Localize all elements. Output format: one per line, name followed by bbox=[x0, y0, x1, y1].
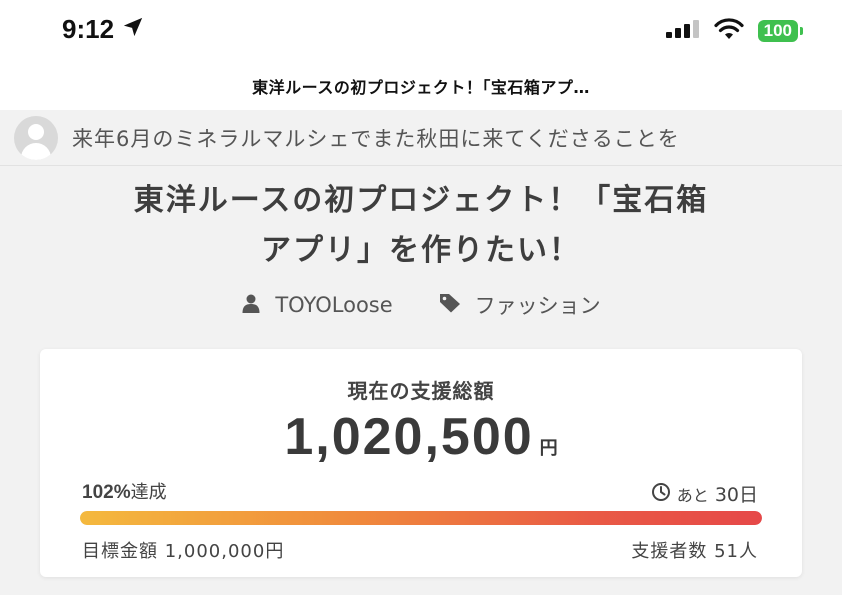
avatar bbox=[14, 115, 58, 160]
project-meta: TOYOLoose ファッション bbox=[0, 287, 842, 323]
clock-icon bbox=[651, 482, 671, 506]
status-indicators: 100 bbox=[665, 18, 804, 44]
supporter-count: 支援者数 51人 bbox=[631, 541, 758, 562]
nav-header: 東洋ルースの初プロジェクト！｢宝石箱アプ… bbox=[0, 62, 842, 110]
wifi-icon bbox=[714, 18, 744, 44]
funding-card: 現在の支援総額 1,020,500 円 102%達成 あと 30日 目標金額 1,… bbox=[40, 349, 802, 577]
achievement-rate: 102%達成 bbox=[82, 478, 167, 504]
project-title-line-1: 東洋ルースの初プロジェクト！「宝石箱 bbox=[133, 183, 709, 218]
remaining-days: 30日 bbox=[714, 484, 758, 506]
achievement-suffix: 達成 bbox=[130, 482, 167, 503]
status-bar: 9:12 100 bbox=[0, 0, 842, 62]
category-link[interactable]: ファッション bbox=[439, 290, 601, 320]
remaining-prefix: あと bbox=[676, 485, 709, 505]
total-label: 現在の支援総額 bbox=[347, 379, 495, 403]
funding-progress-bar bbox=[80, 511, 762, 525]
location-arrow-icon bbox=[122, 14, 144, 45]
comment-ticker[interactable]: 来年6月のミネラルマルシェでまた秋田に来てくださることを bbox=[0, 110, 842, 166]
project-title: 東洋ルースの初プロジェクト！「宝石箱 アプリ」を作りたい！ bbox=[40, 176, 802, 276]
category-name: ファッション bbox=[474, 294, 601, 318]
owner-name: TOYOLoose bbox=[275, 293, 393, 317]
funding-progress-fill bbox=[80, 511, 762, 525]
ticker-message: 来年6月のミネラルマルシェでまた秋田に来てくださることを bbox=[72, 126, 680, 151]
nav-title: 東洋ルースの初プロジェクト！｢宝石箱アプ… bbox=[252, 78, 590, 97]
currency-unit: 円 bbox=[539, 438, 558, 459]
remaining-time: あと 30日 bbox=[651, 480, 758, 507]
total-amount: 1,020,500 円 bbox=[40, 407, 802, 467]
tag-icon bbox=[439, 293, 461, 318]
battery-indicator: 100 bbox=[757, 20, 804, 42]
user-icon bbox=[241, 293, 261, 318]
achievement-percent: 102% bbox=[82, 482, 131, 503]
owner-link[interactable]: TOYOLoose bbox=[241, 293, 393, 318]
goal-amount: 目標金額 1,000,000円 bbox=[82, 541, 285, 562]
status-time: 9:12 bbox=[62, 14, 144, 45]
project-title-line-2: アプリ」を作りたい！ bbox=[261, 233, 581, 268]
total-amount-value: 1,020,500 bbox=[284, 408, 534, 466]
cellular-signal-icon bbox=[665, 20, 700, 42]
time-label: 9:12 bbox=[62, 14, 115, 44]
